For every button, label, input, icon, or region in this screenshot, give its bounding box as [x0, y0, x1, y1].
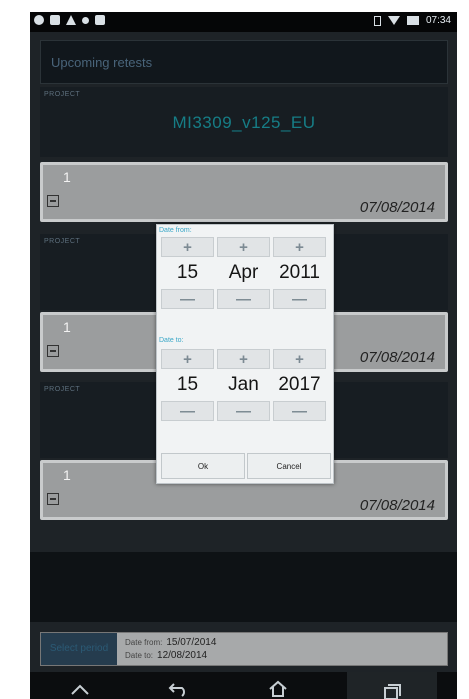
period-footer: Select period Date from: 15/07/2014 Date … [40, 632, 448, 666]
recording-icon [82, 17, 89, 24]
increment-button[interactable]: + [161, 349, 214, 369]
increment-button[interactable]: + [273, 237, 326, 257]
home-icon[interactable] [248, 680, 308, 699]
increment-button[interactable]: + [217, 237, 270, 257]
retest-count: 1 [63, 169, 71, 185]
increment-button[interactable]: + [161, 237, 214, 257]
project-name: MI3309_v125_EU [172, 113, 316, 132]
decrement-button[interactable]: — [273, 401, 326, 421]
empty-area [30, 552, 457, 622]
status-bar: 07:34 [30, 12, 457, 32]
image-icon [95, 15, 105, 25]
increment-button[interactable]: + [273, 349, 326, 369]
date-from-label: Date from: [159, 227, 192, 234]
project-label: PROJECT [44, 386, 81, 393]
year-spinner: + 2011 — [273, 237, 326, 309]
retest-date: 07/08/2014 [359, 199, 435, 216]
project-label: PROJECT [44, 238, 81, 245]
wifi-icon [387, 16, 400, 25]
retest-card[interactable]: 1 07/08/2014 [40, 162, 448, 222]
day-spinner: + 15 — [161, 349, 214, 421]
instrument-icon [47, 493, 59, 505]
year-spinner: + 2017 — [273, 349, 326, 421]
decrement-button[interactable]: — [273, 289, 326, 309]
back-chevron-icon[interactable] [50, 681, 110, 699]
instrument-icon [47, 195, 59, 207]
project-block: PROJECT MI3309_v125_EU [40, 87, 448, 157]
select-period-button[interactable]: Select period [41, 633, 117, 665]
status-time: 07:34 [425, 15, 451, 26]
date-from-value: 15/07/2014 [166, 637, 217, 648]
date-from-label: Date from: [125, 638, 163, 647]
retest-date: 07/08/2014 [359, 349, 435, 366]
day-value[interactable]: 15 [161, 369, 214, 401]
mail-icon [50, 15, 60, 25]
day-value[interactable]: 15 [161, 257, 214, 289]
year-value[interactable]: 2011 [273, 257, 326, 289]
year-value[interactable]: 2017 [273, 369, 326, 401]
battery-icon [406, 16, 419, 25]
dialog-buttons: Ok Cancel [161, 453, 331, 479]
retest-date: 07/08/2014 [359, 497, 435, 514]
decrement-button[interactable]: — [161, 401, 214, 421]
day-spinner: + 15 — [161, 237, 214, 309]
sim-icon [373, 15, 381, 26]
screen-title: Upcoming retests [51, 55, 153, 70]
instrument-icon [47, 345, 59, 357]
increment-button[interactable]: + [217, 349, 270, 369]
screen-header: Upcoming retests [40, 40, 448, 84]
cancel-button[interactable]: Cancel [247, 453, 331, 479]
system-nav-bar [30, 672, 457, 699]
period-range: Date from: 15/07/2014 Date to: 12/08/2014 [125, 636, 216, 662]
recent-apps-icon[interactable] [347, 672, 438, 699]
date-to-label: Date to: [125, 651, 154, 660]
month-value[interactable]: Apr [217, 257, 270, 289]
date-to-value: 12/08/2014 [157, 650, 208, 661]
ok-button[interactable]: Ok [161, 453, 245, 479]
month-spinner: + Jan — [217, 349, 270, 421]
date-to-label: Date to: [159, 337, 184, 344]
project-label: PROJECT [44, 91, 81, 98]
retest-count: 1 [63, 467, 71, 483]
date-from-picker: + 15 — + Apr — + 2011 — [161, 237, 326, 309]
month-value[interactable]: Jan [217, 369, 270, 401]
retest-count: 1 [63, 319, 71, 335]
month-spinner: + Apr — [217, 237, 270, 309]
date-to-picker: + 15 — + Jan — + 2017 — [161, 349, 326, 421]
warning-icon [66, 15, 76, 25]
cloud-icon [34, 15, 44, 25]
decrement-button[interactable]: — [217, 289, 270, 309]
decrement-button[interactable]: — [161, 289, 214, 309]
date-range-dialog: Date from: + 15 — + Apr — + 2011 — Date … [156, 224, 334, 484]
back-icon[interactable] [149, 681, 209, 699]
decrement-button[interactable]: — [217, 401, 270, 421]
